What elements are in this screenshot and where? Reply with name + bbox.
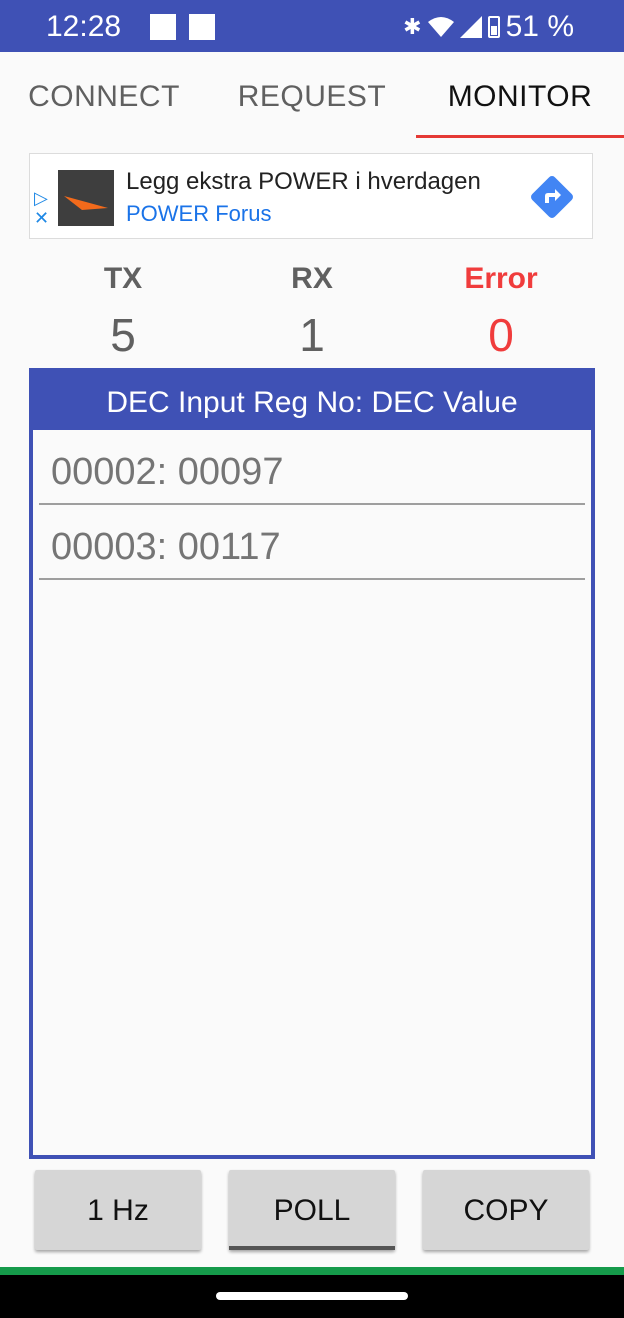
error-counter: Error 0 [397,262,605,362]
rx-counter: RX 1 [208,262,416,362]
panel-header: DEC Input Reg No: DEC Value [33,372,591,430]
copy-button[interactable]: COPY [423,1170,589,1250]
ad-banner[interactable]: ▷ ✕ Legg ekstra POWER i hverdagen POWER F… [29,153,593,239]
ad-choices-icon[interactable]: ▷ ✕ [34,188,54,228]
poll-button[interactable]: POLL [229,1170,395,1250]
ad-title: Legg ekstra POWER i hverdagen [126,168,481,195]
status-bar: 12:28 ✱ 51 % [0,0,624,52]
active-tab-indicator [416,135,624,138]
tab-bar: CONNECT REQUEST MONITOR [0,52,624,138]
home-handle[interactable] [216,1292,408,1300]
directions-icon[interactable] [528,173,576,221]
battery-icon [487,16,500,38]
tx-counter: TX 5 [19,262,227,362]
signal-icon [459,16,482,38]
battery-percent: 51 % [505,10,574,43]
error-label: Error [464,262,538,295]
bluetooth-icon: ✱ [403,14,422,39]
ad-logo [58,170,114,226]
ad-subtitle: POWER Forus [126,201,272,226]
rx-value: 1 [299,309,325,361]
list-item[interactable]: 00003: 00117 [39,505,585,580]
rate-button[interactable]: 1 Hz [35,1170,201,1250]
tab-monitor[interactable]: MONITOR [416,52,624,138]
progress-bar [0,1267,624,1275]
error-value: 0 [488,309,514,361]
status-time: 12:28 [46,10,122,43]
tab-connect[interactable]: CONNECT [0,52,208,138]
status-icons: ✱ 51 % [403,10,574,44]
notification-icon [189,14,215,40]
tab-request[interactable]: REQUEST [208,52,416,138]
list-item[interactable]: 00002: 00097 [39,430,585,505]
tx-value: 5 [110,309,136,361]
register-panel: DEC Input Reg No: DEC Value 00002: 00097… [29,368,595,1159]
tx-label: TX [103,262,143,295]
rx-label: RX [291,262,333,295]
wifi-icon [427,17,454,37]
notification-icon [150,14,176,40]
navigation-bar [0,1275,624,1318]
